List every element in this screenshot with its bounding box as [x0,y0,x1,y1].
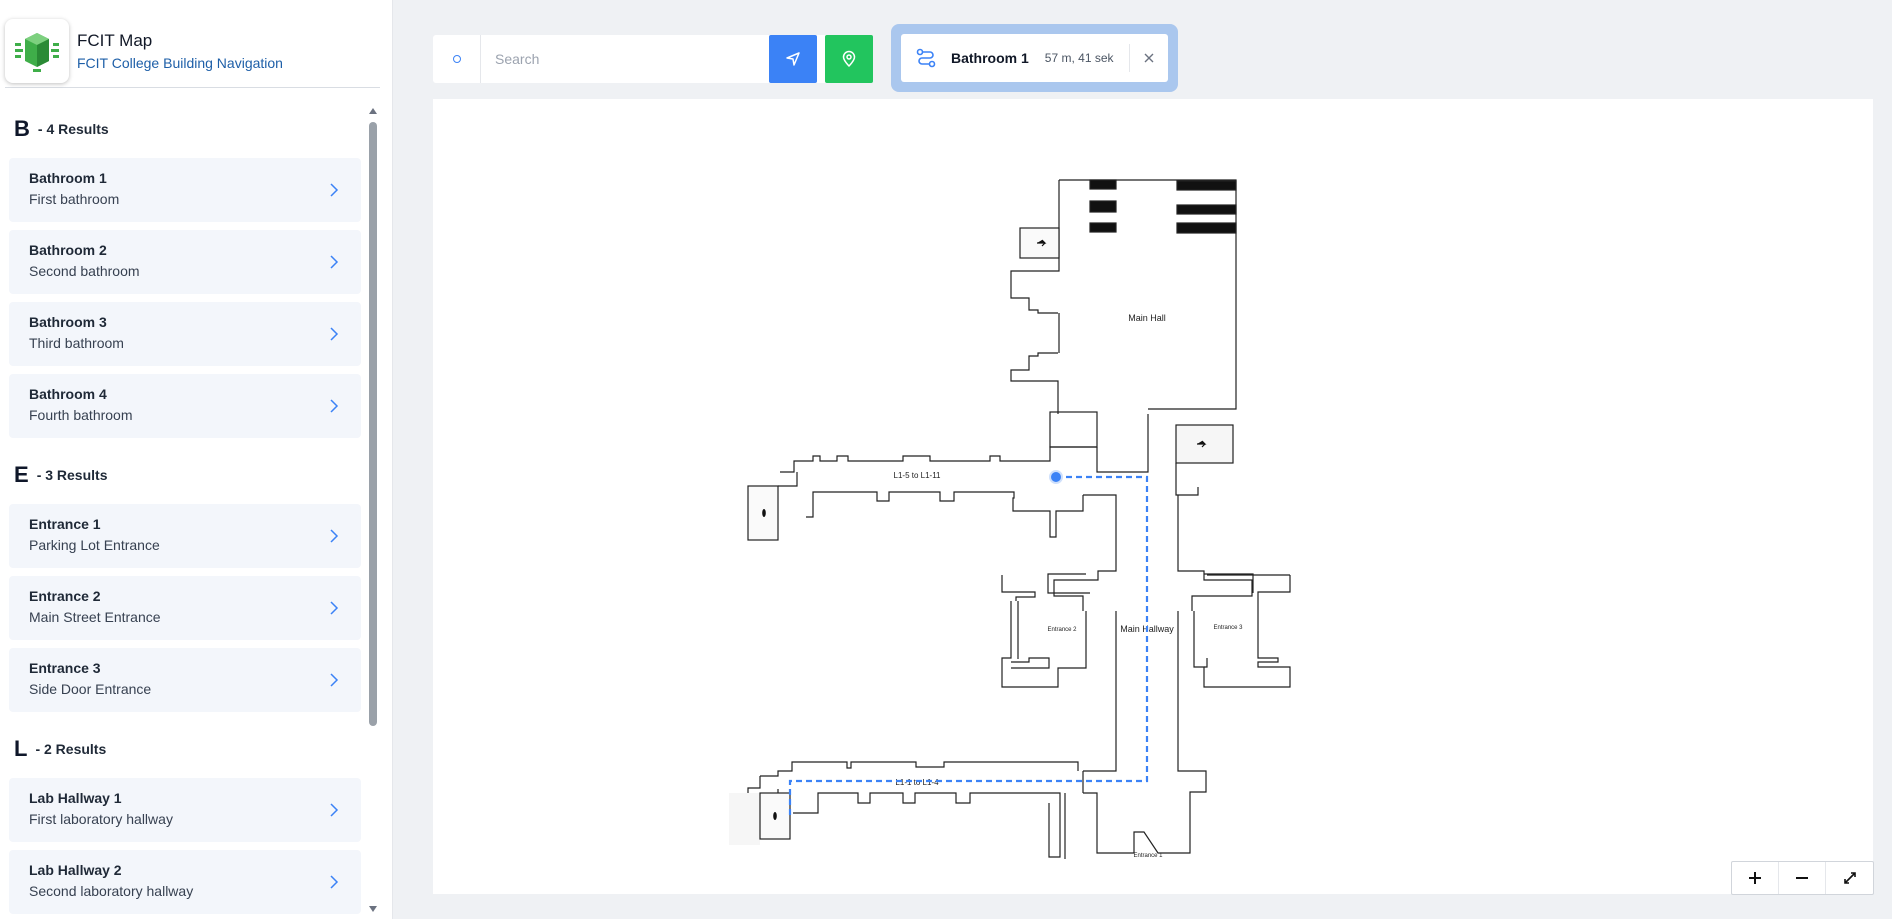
item-description: Side Door Entrance [29,681,152,697]
expand-icon [1843,872,1856,884]
list-item-bathroom-4[interactable]: Bathroom 4 Fourth bathroom [9,374,361,438]
fullscreen-button[interactable] [1826,862,1873,894]
sidebar-scrollbar[interactable] [368,106,378,914]
chevron-right-icon [330,399,339,413]
item-description: First laboratory hallway [29,811,173,827]
chevron-right-icon [330,875,339,889]
navigation-arrow-icon [786,52,800,66]
item-name: Lab Hallway 2 [29,862,122,878]
plus-icon [1749,872,1761,884]
item-name: Entrance 2 [29,588,101,604]
group-count: - 4 Results [37,121,109,137]
item-name: Lab Hallway 1 [29,790,122,806]
group-header-e: E - 3 Results [0,446,370,504]
chevron-right-icon [330,803,339,817]
location-pin-button[interactable] [825,35,873,83]
group-letter: B [14,116,30,141]
map-label-entrance-3: Entrance 3 [1213,625,1243,631]
group-letter: E [14,462,29,487]
route-icon [916,48,936,68]
route-duration: 57 m, 41 sek [1044,51,1114,65]
item-description: Third bathroom [29,335,124,351]
divider [1129,44,1130,72]
list-item-entrance-1[interactable]: Entrance 1 Parking Lot Entrance [9,504,361,568]
group-header-b: B - 4 Results [0,100,370,158]
scroll-down-arrow-icon[interactable] [368,904,378,914]
floor-map[interactable]: Main Hall Main Hallway L1-5 to L1-11 L1-… [433,99,1873,894]
group-header-l: L - 2 Results [0,720,370,778]
route-path [788,475,1149,816]
route-destination: Bathroom 1 [951,50,1029,66]
list-item-entrance-2[interactable]: Entrance 2 Main Street Entrance [9,576,361,640]
list-item-bathroom-2[interactable]: Bathroom 2 Second bathroom [9,230,361,294]
app-subtitle: FCIT College Building Navigation [77,54,283,71]
map-label-entrance-2: Entrance 2 [1047,627,1077,633]
route-card[interactable]: Bathroom 1 57 m, 41 sek [901,34,1168,82]
floor-plan-drawing: Main Hall Main Hallway L1-5 to L1-11 L1-… [729,179,1291,859]
map-label-corridor-upper: L1-5 to L1-11 [894,471,942,480]
chevron-right-icon [330,529,339,543]
item-name: Bathroom 1 [29,170,107,186]
chevron-right-icon [330,673,339,687]
results-list: B - 4 Results Bathroom 1 First bathroom … [0,100,370,919]
list-item-entrance-3[interactable]: Entrance 3 Side Door Entrance [9,648,361,712]
list-item-lab-hallway-2[interactable]: Lab Hallway 2 Second laboratory hallway [9,850,361,914]
route-panel: Bathroom 1 57 m, 41 sek [891,24,1178,92]
app-logo [5,18,69,83]
item-name: Entrance 1 [29,516,101,532]
item-name: Entrance 3 [29,660,101,676]
minus-icon [1796,877,1808,879]
item-description: Fourth bathroom [29,407,133,423]
brand-header: FCIT Map FCIT College Building Navigatio… [5,14,380,88]
sidebar: FCIT Map FCIT College Building Navigatio… [0,0,393,919]
list-item-lab-hallway-1[interactable]: Lab Hallway 1 First laboratory hallway [9,778,361,842]
chevron-right-icon [330,255,339,269]
map-label-entrance-1: Entrance 1 [1133,853,1163,859]
map-zoom-controls [1731,861,1874,895]
close-icon [1144,53,1154,63]
item-description: Second bathroom [29,263,140,279]
zoom-in-button[interactable] [1732,862,1779,894]
circle-icon [433,35,481,83]
scroll-up-arrow-icon[interactable] [368,106,378,116]
current-location-marker [1049,470,1063,484]
map-label-main-hall: Main Hall [1128,313,1166,323]
item-description: Parking Lot Entrance [29,537,160,553]
group-count: - 2 Results [35,741,107,757]
chevron-right-icon [330,601,339,615]
navigate-button[interactable] [769,35,817,83]
item-description: First bathroom [29,191,120,207]
map-pin-icon [842,50,856,68]
item-name: Bathroom 4 [29,386,107,402]
chevron-right-icon [330,327,339,341]
map-label-corridor-lower: L1-1 to L1-4 [895,778,939,787]
scrollbar-thumb[interactable] [369,122,377,726]
group-letter: L [14,736,28,761]
list-item-bathroom-3[interactable]: Bathroom 3 Third bathroom [9,302,361,366]
group-count: - 3 Results [36,467,108,483]
zoom-out-button[interactable] [1779,862,1826,894]
app-title: FCIT Map [77,30,153,50]
item-name: Bathroom 2 [29,242,107,258]
close-route-button[interactable] [1137,46,1161,70]
item-name: Bathroom 3 [29,314,107,330]
item-description: Second laboratory hallway [29,883,194,899]
list-item-bathroom-1[interactable]: Bathroom 1 First bathroom [9,158,361,222]
item-description: Main Street Entrance [29,609,161,625]
chevron-right-icon [330,183,339,197]
